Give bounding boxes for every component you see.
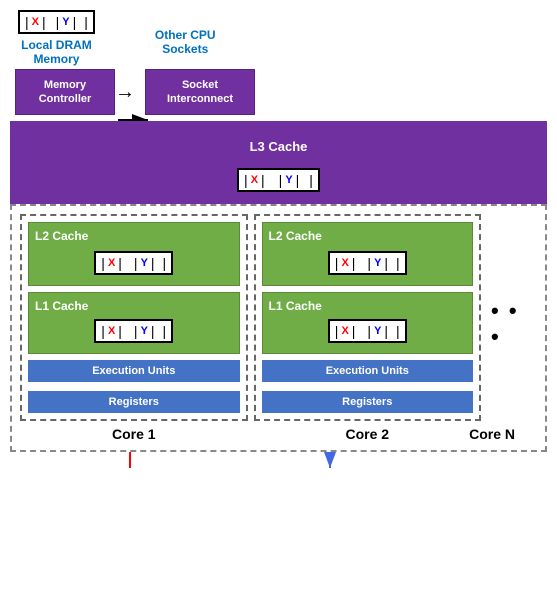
- core1-l1-reg-x: X: [108, 325, 115, 337]
- l3-register-bar: | X | | Y | |: [237, 168, 320, 192]
- core1-container: L2 Cache | X | | Y | |: [20, 214, 248, 442]
- diagram: | X | | Y | | Local DRAM Memory Other: [0, 0, 557, 603]
- core1-l1-register-bar: | X | | Y | |: [94, 319, 173, 343]
- pipe2: |: [42, 14, 46, 30]
- core1-inner: L2 Cache | X | | Y | |: [20, 214, 248, 421]
- core1-l1-reg-y: Y: [141, 325, 148, 337]
- l3-reg-x: X: [251, 174, 258, 186]
- memory-controller-box: Memory Controller: [15, 69, 115, 116]
- l3-reg-y: Y: [285, 174, 292, 186]
- core2-registers: Registers: [262, 391, 474, 413]
- full-layout: | X | | Y | | Local DRAM Memory Other: [10, 10, 547, 452]
- core2-inner: L2 Cache | X | | Y | |: [254, 214, 482, 421]
- core1-registers: Registers: [28, 391, 240, 413]
- other-cpu-section: Other CPU Sockets: [155, 10, 216, 57]
- core2-l1-reg-y: Y: [374, 325, 381, 337]
- l3-register-row: | X | | Y | |: [20, 164, 537, 204]
- mc-row: Memory Controller Socket Interconnect: [15, 69, 547, 116]
- core1-title: Core 1: [112, 426, 156, 442]
- core2-l2-reg-x: X: [341, 257, 348, 269]
- core1-l1-cache: L1 Cache | X | | Y | |: [28, 292, 240, 354]
- core1-l2-register-bar: | X | | Y | |: [94, 251, 173, 275]
- cores-container: L2 Cache | X | | Y | |: [10, 204, 547, 452]
- core1-l2-reg-x: X: [108, 257, 115, 269]
- core-n-title: Core N: [469, 426, 515, 442]
- core1-l1-label: L1 Cache: [35, 299, 88, 313]
- dram-section: | X | | Y | | Local DRAM Memory: [18, 10, 95, 67]
- dram-label: Local DRAM Memory: [21, 38, 92, 67]
- core2-l2-register-bar: | X | | Y | |: [328, 251, 407, 275]
- pipe1: |: [25, 14, 29, 30]
- ellipsis-dots: • • •: [491, 298, 533, 350]
- core1-l2-reg-y: Y: [141, 257, 148, 269]
- core2-l2-label: L2 Cache: [269, 229, 322, 243]
- l3-cache-label: L3 Cache: [20, 129, 537, 164]
- other-cpu-label: Other CPU Sockets: [155, 28, 216, 57]
- core2-exec-units: Execution Units: [262, 360, 474, 382]
- dram-reg-y: Y: [62, 16, 69, 28]
- dots-column: • • • Core N: [487, 214, 537, 442]
- pipe3: |: [56, 14, 60, 30]
- socket-interconnect-box: Socket Interconnect: [145, 69, 255, 116]
- l3-section: L3 Cache | X | | Y | |: [10, 121, 547, 204]
- core2-title: Core 2: [345, 426, 389, 442]
- mc-to-si-arrow: [115, 86, 145, 98]
- core1-l2-label: L2 Cache: [35, 229, 88, 243]
- core2-l2-reg-y: Y: [374, 257, 381, 269]
- core2-l2-cache: L2 Cache | X | | Y | |: [262, 222, 474, 286]
- pipe4: |: [73, 14, 77, 30]
- core2-l1-cache: L1 Cache | X | | Y | |: [262, 292, 474, 354]
- core2-l1-label: L1 Cache: [269, 299, 322, 313]
- core2-l1-reg-x: X: [341, 325, 348, 337]
- dram-reg-x: X: [32, 16, 39, 28]
- dram-register-bar: | X | | Y | |: [18, 10, 95, 34]
- pipe5: |: [84, 14, 88, 30]
- core1-exec-units: Execution Units: [28, 360, 240, 382]
- core2-container: L2 Cache | X | | Y | |: [254, 214, 482, 442]
- core1-l2-cache: L2 Cache | X | | Y | |: [28, 222, 240, 286]
- core2-l1-register-bar: | X | | Y | |: [328, 319, 407, 343]
